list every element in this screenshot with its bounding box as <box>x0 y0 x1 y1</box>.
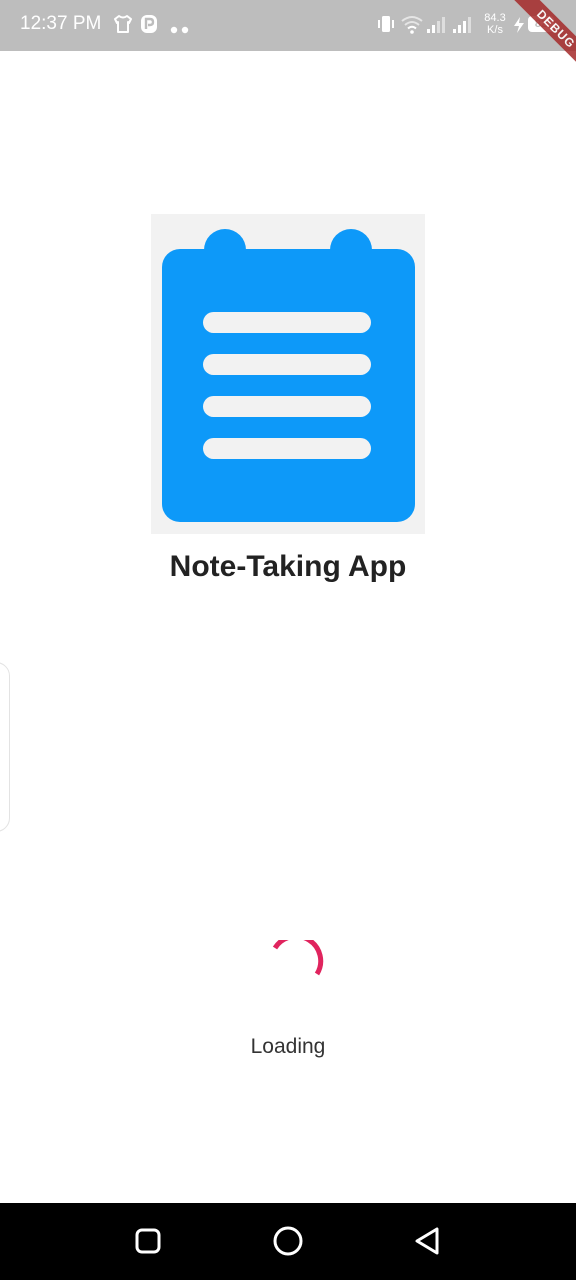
home-icon <box>273 1226 303 1256</box>
net-speed-unit: K/s <box>487 24 503 36</box>
back-button[interactable] <box>410 1223 446 1259</box>
vibrate-icon <box>376 14 396 39</box>
charging-icon <box>512 16 526 39</box>
app-title: Note-Taking App <box>169 550 407 583</box>
p-icon <box>140 14 158 39</box>
navigation-bar <box>0 1203 576 1280</box>
notepad-icon <box>151 214 425 534</box>
net-speed: 84.3 K/s <box>480 12 510 36</box>
loading-text: Loading <box>250 1035 326 1058</box>
edge-panel-handle[interactable] <box>0 662 10 832</box>
status-time: 12:37 PM <box>20 13 102 34</box>
splash-screen: 12:37 PM 84.3 K/s DEBUG Note-Taking App … <box>0 0 576 1280</box>
loading-spinner <box>264 933 324 1000</box>
recents-button[interactable] <box>130 1223 166 1259</box>
status-bar: 12:37 PM 84.3 K/s DEBUG <box>0 0 576 85</box>
signal-icon-2 <box>452 14 474 39</box>
signal-icon <box>426 14 448 39</box>
net-speed-value: 84.3 <box>484 12 506 24</box>
tshirt-icon <box>112 14 134 39</box>
wifi-icon <box>400 14 424 39</box>
recents-icon <box>135 1228 161 1254</box>
home-button[interactable] <box>270 1223 306 1259</box>
back-icon <box>415 1227 439 1255</box>
debug-banner: DEBUG <box>500 0 576 85</box>
dots-icon <box>170 21 192 39</box>
